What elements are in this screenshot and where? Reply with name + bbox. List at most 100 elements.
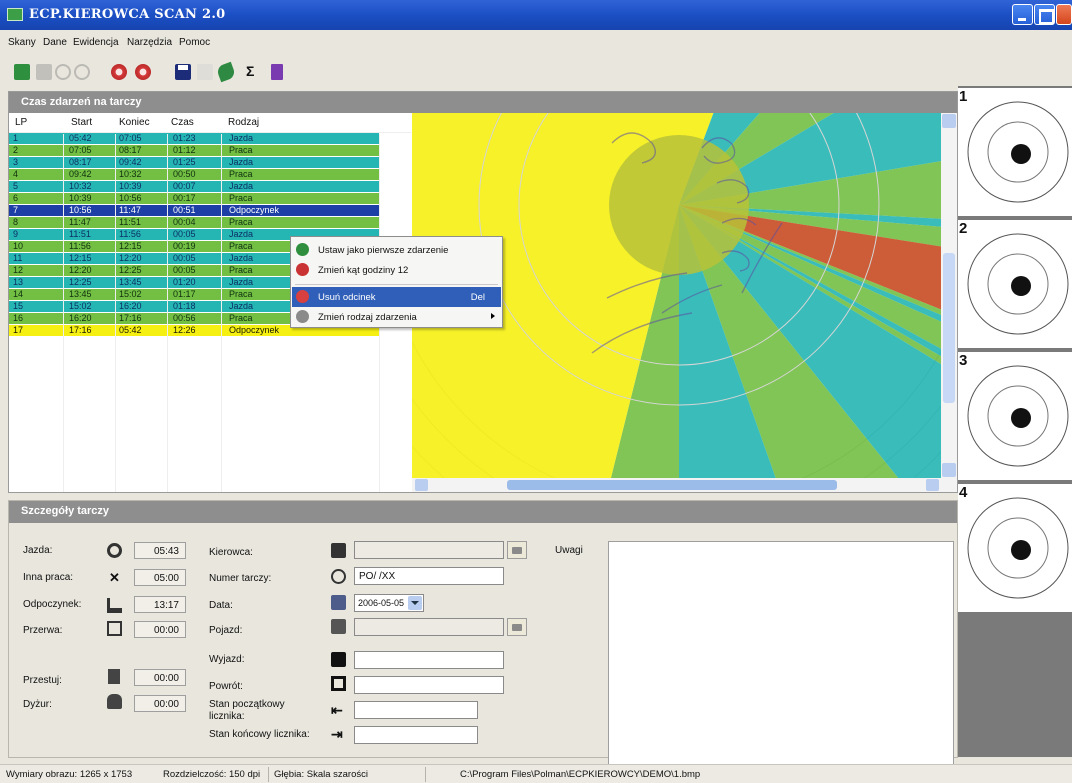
horizontal-scrollbar[interactable]	[412, 478, 957, 492]
submenu-arrow-icon	[491, 313, 495, 319]
shortcut-label: Del	[470, 292, 485, 303]
menu-item-label: Ustaw jako pierwsze zdarzenie	[318, 245, 449, 256]
close-button[interactable]	[1056, 4, 1072, 25]
zoom-out-icon[interactable]	[135, 64, 151, 80]
menu-skany[interactable]: Skany	[8, 37, 36, 48]
stan-koncowy-field[interactable]	[354, 726, 478, 744]
sigma-icon[interactable]: Σ	[246, 63, 254, 79]
table-row[interactable]: 5 10:32 10:39 00:07 Jazda	[9, 181, 379, 192]
scroll-right-button[interactable]	[926, 479, 939, 491]
menu-item-rotate-12[interactable]: Zmień kąt godziny 12	[292, 260, 501, 280]
scroll-down-button[interactable]	[942, 463, 956, 477]
print-icon[interactable]	[197, 64, 213, 80]
cell-lp: 7	[13, 205, 19, 215]
cell-end: 05:42	[119, 325, 142, 335]
inna-praca-label: Inna praca:	[23, 572, 74, 583]
table-row[interactable]: 7 10:56 11:47 00:51 Odpoczynek	[9, 205, 379, 216]
vertical-scrollbar[interactable]	[941, 113, 957, 478]
przestuj-value: 00:00	[134, 669, 186, 686]
menu-dane[interactable]: Dane	[43, 37, 67, 48]
menu-narzedzia[interactable]: Narzędzia	[127, 37, 172, 48]
kierowca-browse-button[interactable]	[507, 541, 527, 559]
exit-icon[interactable]	[271, 64, 283, 80]
cell-end: 16:20	[119, 301, 142, 311]
menu-separator	[295, 284, 498, 285]
cell-lp: 5	[13, 181, 19, 191]
thumbnail-number: 2	[959, 220, 968, 237]
copy-icon[interactable]	[36, 64, 52, 80]
pojazd-browse-button[interactable]	[507, 618, 527, 636]
data-field[interactable]: 2006-05-05	[354, 594, 424, 612]
cell-start: 08:17	[69, 157, 92, 167]
cell-dur: 01:23	[173, 133, 196, 143]
thumbnail-2[interactable]: 2	[958, 220, 1072, 348]
jazda-value: 05:43	[134, 542, 186, 559]
table-row[interactable]: 4 09:42 10:32 00:50 Praca	[9, 169, 379, 180]
cell-type: Praca	[229, 241, 253, 251]
rotate-left-icon[interactable]	[55, 64, 71, 80]
menu-item-label: Zmień kąt godziny 12	[318, 265, 409, 276]
cell-type: Praca	[229, 169, 253, 179]
minimize-button[interactable]	[1012, 4, 1033, 25]
menu-item-change-type[interactable]: Zmień rodzaj zdarzenia	[292, 307, 501, 327]
thumbnail-3[interactable]: 3	[958, 352, 1072, 480]
cell-dur: 00:17	[173, 193, 196, 203]
cell-start: 12:25	[69, 277, 92, 287]
cell-type: Odpoczynek	[229, 205, 280, 215]
chevron-down-icon[interactable]	[408, 596, 422, 610]
vertical-scroll-thumb[interactable]	[943, 253, 955, 403]
numer-tarczy-field[interactable]: PO/ /XX	[354, 567, 504, 585]
cell-start: 16:20	[69, 313, 92, 323]
menu-item-set-first[interactable]: Ustaw jako pierwsze zdarzenie	[292, 240, 501, 260]
powrot-field[interactable]	[354, 676, 504, 694]
column-start[interactable]: Start	[71, 117, 92, 128]
driver-icon	[331, 543, 346, 558]
pojazd-field[interactable]	[354, 618, 504, 636]
thumbnail-number: 4	[959, 484, 968, 501]
thumbnail-4[interactable]: 4	[958, 484, 1072, 612]
scroll-left-button[interactable]	[415, 479, 428, 491]
leaf-icon[interactable]	[215, 61, 237, 83]
kierowca-field[interactable]	[354, 541, 504, 559]
cell-dur: 00:05	[173, 265, 196, 275]
rotate-right-icon[interactable]	[74, 64, 90, 80]
open-icon[interactable]	[14, 64, 30, 80]
cell-type: Praca	[229, 193, 253, 203]
column-czas[interactable]: Czas	[171, 117, 194, 128]
save-icon[interactable]	[175, 64, 191, 80]
maximize-button[interactable]	[1034, 4, 1055, 25]
thumbnail-strip: 1 2 3 4	[958, 86, 1072, 757]
cell-start: 15:02	[69, 301, 92, 311]
menu-ewidencja[interactable]: Ewidencja	[73, 37, 119, 48]
cell-end: 08:17	[119, 145, 142, 155]
menu-item-delete-segment[interactable]: Usuń odcinek Del	[292, 287, 501, 307]
wyjazd-field[interactable]	[354, 651, 504, 669]
data-value: 2006-05-05	[358, 598, 405, 608]
scroll-up-button[interactable]	[942, 114, 956, 128]
zoom-in-icon[interactable]	[111, 64, 127, 80]
table-row[interactable]: 3 08:17 09:42 01:25 Jazda	[9, 157, 379, 168]
dyzur-value: 00:00	[134, 695, 186, 712]
cell-type: Jazda	[229, 277, 254, 287]
cell-lp: 17	[13, 325, 24, 335]
app-title: ECP.KIEROWCA SCAN 2.0	[29, 7, 226, 22]
column-rodzaj[interactable]: Rodzaj	[228, 117, 259, 128]
thumbnail-1[interactable]: 1	[958, 88, 1072, 216]
events-panel-title: Czas zdarzeń na tarczy	[9, 92, 957, 113]
stan-poczatkowy-field[interactable]	[354, 701, 478, 719]
table-row[interactable]: 8 11:47 11:51 00:04 Praca	[9, 217, 379, 228]
odpoczynek-label: Odpoczynek:	[23, 599, 82, 610]
column-lp[interactable]: LP	[15, 117, 27, 128]
status-separator	[425, 767, 426, 782]
table-row[interactable]: 2 07:05 08:17 01:12 Praca	[9, 145, 379, 156]
menu-pomoc[interactable]: Pomoc	[179, 37, 210, 48]
table-row[interactable]: 1 05:42 07:05 01:23 Jazda	[9, 133, 379, 144]
cell-end: 10:39	[119, 181, 142, 191]
thumbnail-number: 3	[959, 352, 968, 369]
horizontal-scroll-thumb[interactable]	[507, 480, 837, 490]
table-row[interactable]: 6 10:39 10:56 00:17 Praca	[9, 193, 379, 204]
cell-end: 12:20	[119, 253, 142, 263]
column-koniec[interactable]: Koniec	[119, 117, 150, 128]
uwagi-textarea[interactable]	[608, 541, 954, 781]
disc-scan-image	[967, 365, 1069, 467]
